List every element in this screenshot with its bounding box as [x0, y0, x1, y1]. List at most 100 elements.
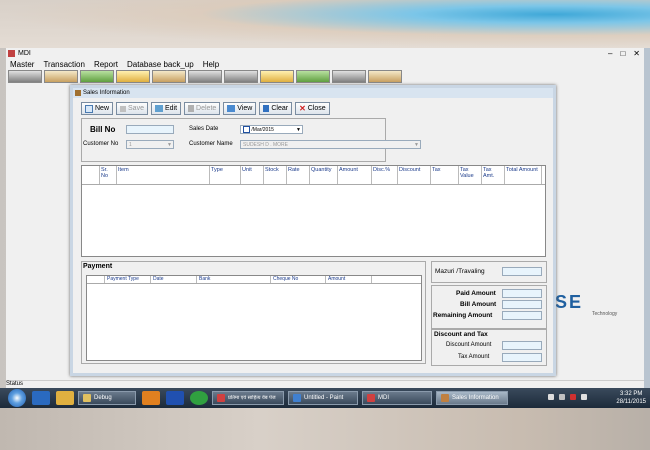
task-web-page[interactable]: प्रतिमा एवं साहित्य वेब पेज [212, 391, 284, 405]
menu-help[interactable]: Help [203, 60, 219, 69]
amounts-group: Paid Amount Bill Amount Remaining Amount [431, 285, 547, 329]
col-payment-amount[interactable]: Amount [326, 276, 372, 283]
close-button[interactable]: ✕ Close [295, 102, 330, 115]
chevron-down-icon[interactable]: ▼ [295, 126, 302, 133]
toolbar-customer-icon[interactable] [8, 70, 42, 83]
sales-date-label: Sales Date [189, 126, 219, 132]
bill-amount-input[interactable] [502, 300, 542, 309]
view-icon [227, 105, 236, 112]
close-window-button[interactable]: ✕ [633, 49, 640, 58]
menu-database-backup[interactable]: Database back_up [127, 60, 194, 69]
toolbar-sales-icon[interactable] [116, 70, 150, 83]
items-grid[interactable]: Sr. No Item Type Unit Stock Rate Quantit… [81, 165, 546, 257]
col-unit[interactable]: Unit [241, 166, 264, 184]
task-sales-information[interactable]: Sales Information [436, 391, 508, 405]
col-cheque-no[interactable]: Cheque No [271, 276, 326, 283]
save-icon [120, 105, 127, 112]
bill-no-input[interactable] [126, 125, 174, 134]
col-stock[interactable]: Stock [264, 166, 287, 184]
minimize-button[interactable]: – [608, 49, 612, 58]
col-amount[interactable]: Amount [338, 166, 372, 184]
task-mdi[interactable]: MDI [362, 391, 432, 405]
mazuri-input[interactable] [502, 267, 542, 276]
toolbar-transport-icon[interactable] [44, 70, 78, 83]
volume-icon[interactable] [581, 394, 587, 400]
task-debug[interactable]: Debug [78, 391, 136, 405]
network-icon[interactable] [559, 394, 565, 400]
col-tax-amt[interactable]: Tax Amt. [482, 166, 505, 184]
chevron-down-icon[interactable]: ▼ [166, 141, 173, 148]
col-type[interactable]: Type [210, 166, 241, 184]
chevron-down-icon[interactable]: ▼ [413, 141, 420, 148]
mazuri-group: Mazuri /Travaling [431, 261, 547, 283]
col-bank[interactable]: Bank [197, 276, 271, 283]
discount-amount-input[interactable] [502, 341, 542, 350]
col-discount[interactable]: Discount [398, 166, 431, 184]
col-item[interactable]: Item [117, 166, 210, 184]
toolbar-printer-icon[interactable] [188, 70, 222, 83]
word-icon[interactable] [166, 391, 184, 405]
col-tax-value[interactable]: Tax Value [459, 166, 482, 184]
windows-taskbar: Debug प्रतिमा एवं साहित्य वेब पेज Untitl… [0, 388, 650, 408]
payment-grid[interactable]: Payment Type Date Bank Cheque No Amount [86, 275, 422, 361]
close-icon: ✕ [299, 104, 306, 113]
customer-no-select[interactable]: 1 ▼ [126, 140, 174, 149]
payment-title: Payment [83, 263, 113, 270]
chrome-icon[interactable] [190, 391, 208, 405]
view-button-label: View [237, 105, 253, 112]
view-button[interactable]: View [223, 102, 257, 115]
col-quantity[interactable]: Quantity [310, 166, 338, 184]
sales-information-dialog: Sales Information New Save Edit Delete V… [70, 85, 556, 376]
menu-master[interactable]: Master [10, 60, 34, 69]
menu-transaction[interactable]: Transaction [43, 60, 85, 69]
ie-icon[interactable] [32, 391, 50, 405]
start-button[interactable] [8, 389, 26, 407]
discount-tax-group: Discount and Tax Discount Amount Tax Amo… [431, 329, 547, 366]
save-button[interactable]: Save [116, 102, 148, 115]
customer-name-select[interactable]: SUDESH D . MORE ▼ [240, 140, 421, 149]
col-disc-percent[interactable]: Disc.% [372, 166, 398, 184]
tax-amount-input[interactable] [502, 353, 542, 362]
col-total-amount[interactable]: Total Amount [505, 166, 542, 184]
maximize-button[interactable]: □ [620, 49, 625, 58]
new-button[interactable]: New [81, 102, 114, 115]
customer-name-label: Customer Name [189, 141, 233, 147]
task-paint[interactable]: Untitled - Paint [288, 391, 358, 405]
tray-arrow-icon[interactable] [548, 394, 554, 400]
toolbar-package-icon[interactable] [260, 70, 294, 83]
clock[interactable]: 3:32 PM 28/11/2015 [616, 390, 646, 406]
toolbar-calculator-icon[interactable] [332, 70, 366, 83]
col-tax[interactable]: Tax [431, 166, 459, 184]
toolbar-report-icon[interactable] [368, 70, 402, 83]
toolbar-money-icon[interactable] [80, 70, 114, 83]
delete-button-label: Delete [196, 105, 217, 112]
toolbar-box-icon[interactable] [152, 70, 186, 83]
edit-button[interactable]: Edit [150, 102, 182, 115]
edit-button-label: Edit [164, 105, 178, 112]
calendar-checkbox[interactable] [243, 126, 250, 134]
clear-button[interactable]: Clear [259, 102, 293, 115]
col-sr-no[interactable]: Sr. No [100, 166, 117, 184]
customer-no-label: Customer No [83, 141, 119, 147]
system-tray [548, 394, 587, 400]
close-button-label: Close [307, 105, 326, 112]
bill-amount-label: Bill Amount [460, 301, 497, 308]
col-date[interactable]: Date [151, 276, 197, 283]
menu-report[interactable]: Report [94, 60, 118, 69]
sales-date-picker[interactable]: /Mar/2015 ▼ [240, 125, 303, 134]
window-controls: – □ ✕ [608, 49, 640, 58]
media-player-icon[interactable] [142, 391, 160, 405]
folder-icon[interactable] [56, 391, 74, 405]
menu-bar: Master Transaction Report Database back_… [6, 59, 644, 70]
delete-button[interactable]: Delete [184, 102, 221, 115]
toolbar-scale-icon[interactable] [224, 70, 258, 83]
app-icon [8, 50, 15, 57]
remaining-amount-input[interactable] [502, 311, 542, 320]
task-mdi-label: MDI [378, 395, 389, 401]
sales-task-icon [441, 394, 449, 402]
flag-icon[interactable] [570, 394, 576, 400]
col-payment-type[interactable]: Payment Type [105, 276, 151, 283]
paid-amount-input[interactable] [502, 289, 542, 298]
col-rate[interactable]: Rate [287, 166, 310, 184]
toolbar-cash-icon[interactable] [296, 70, 330, 83]
